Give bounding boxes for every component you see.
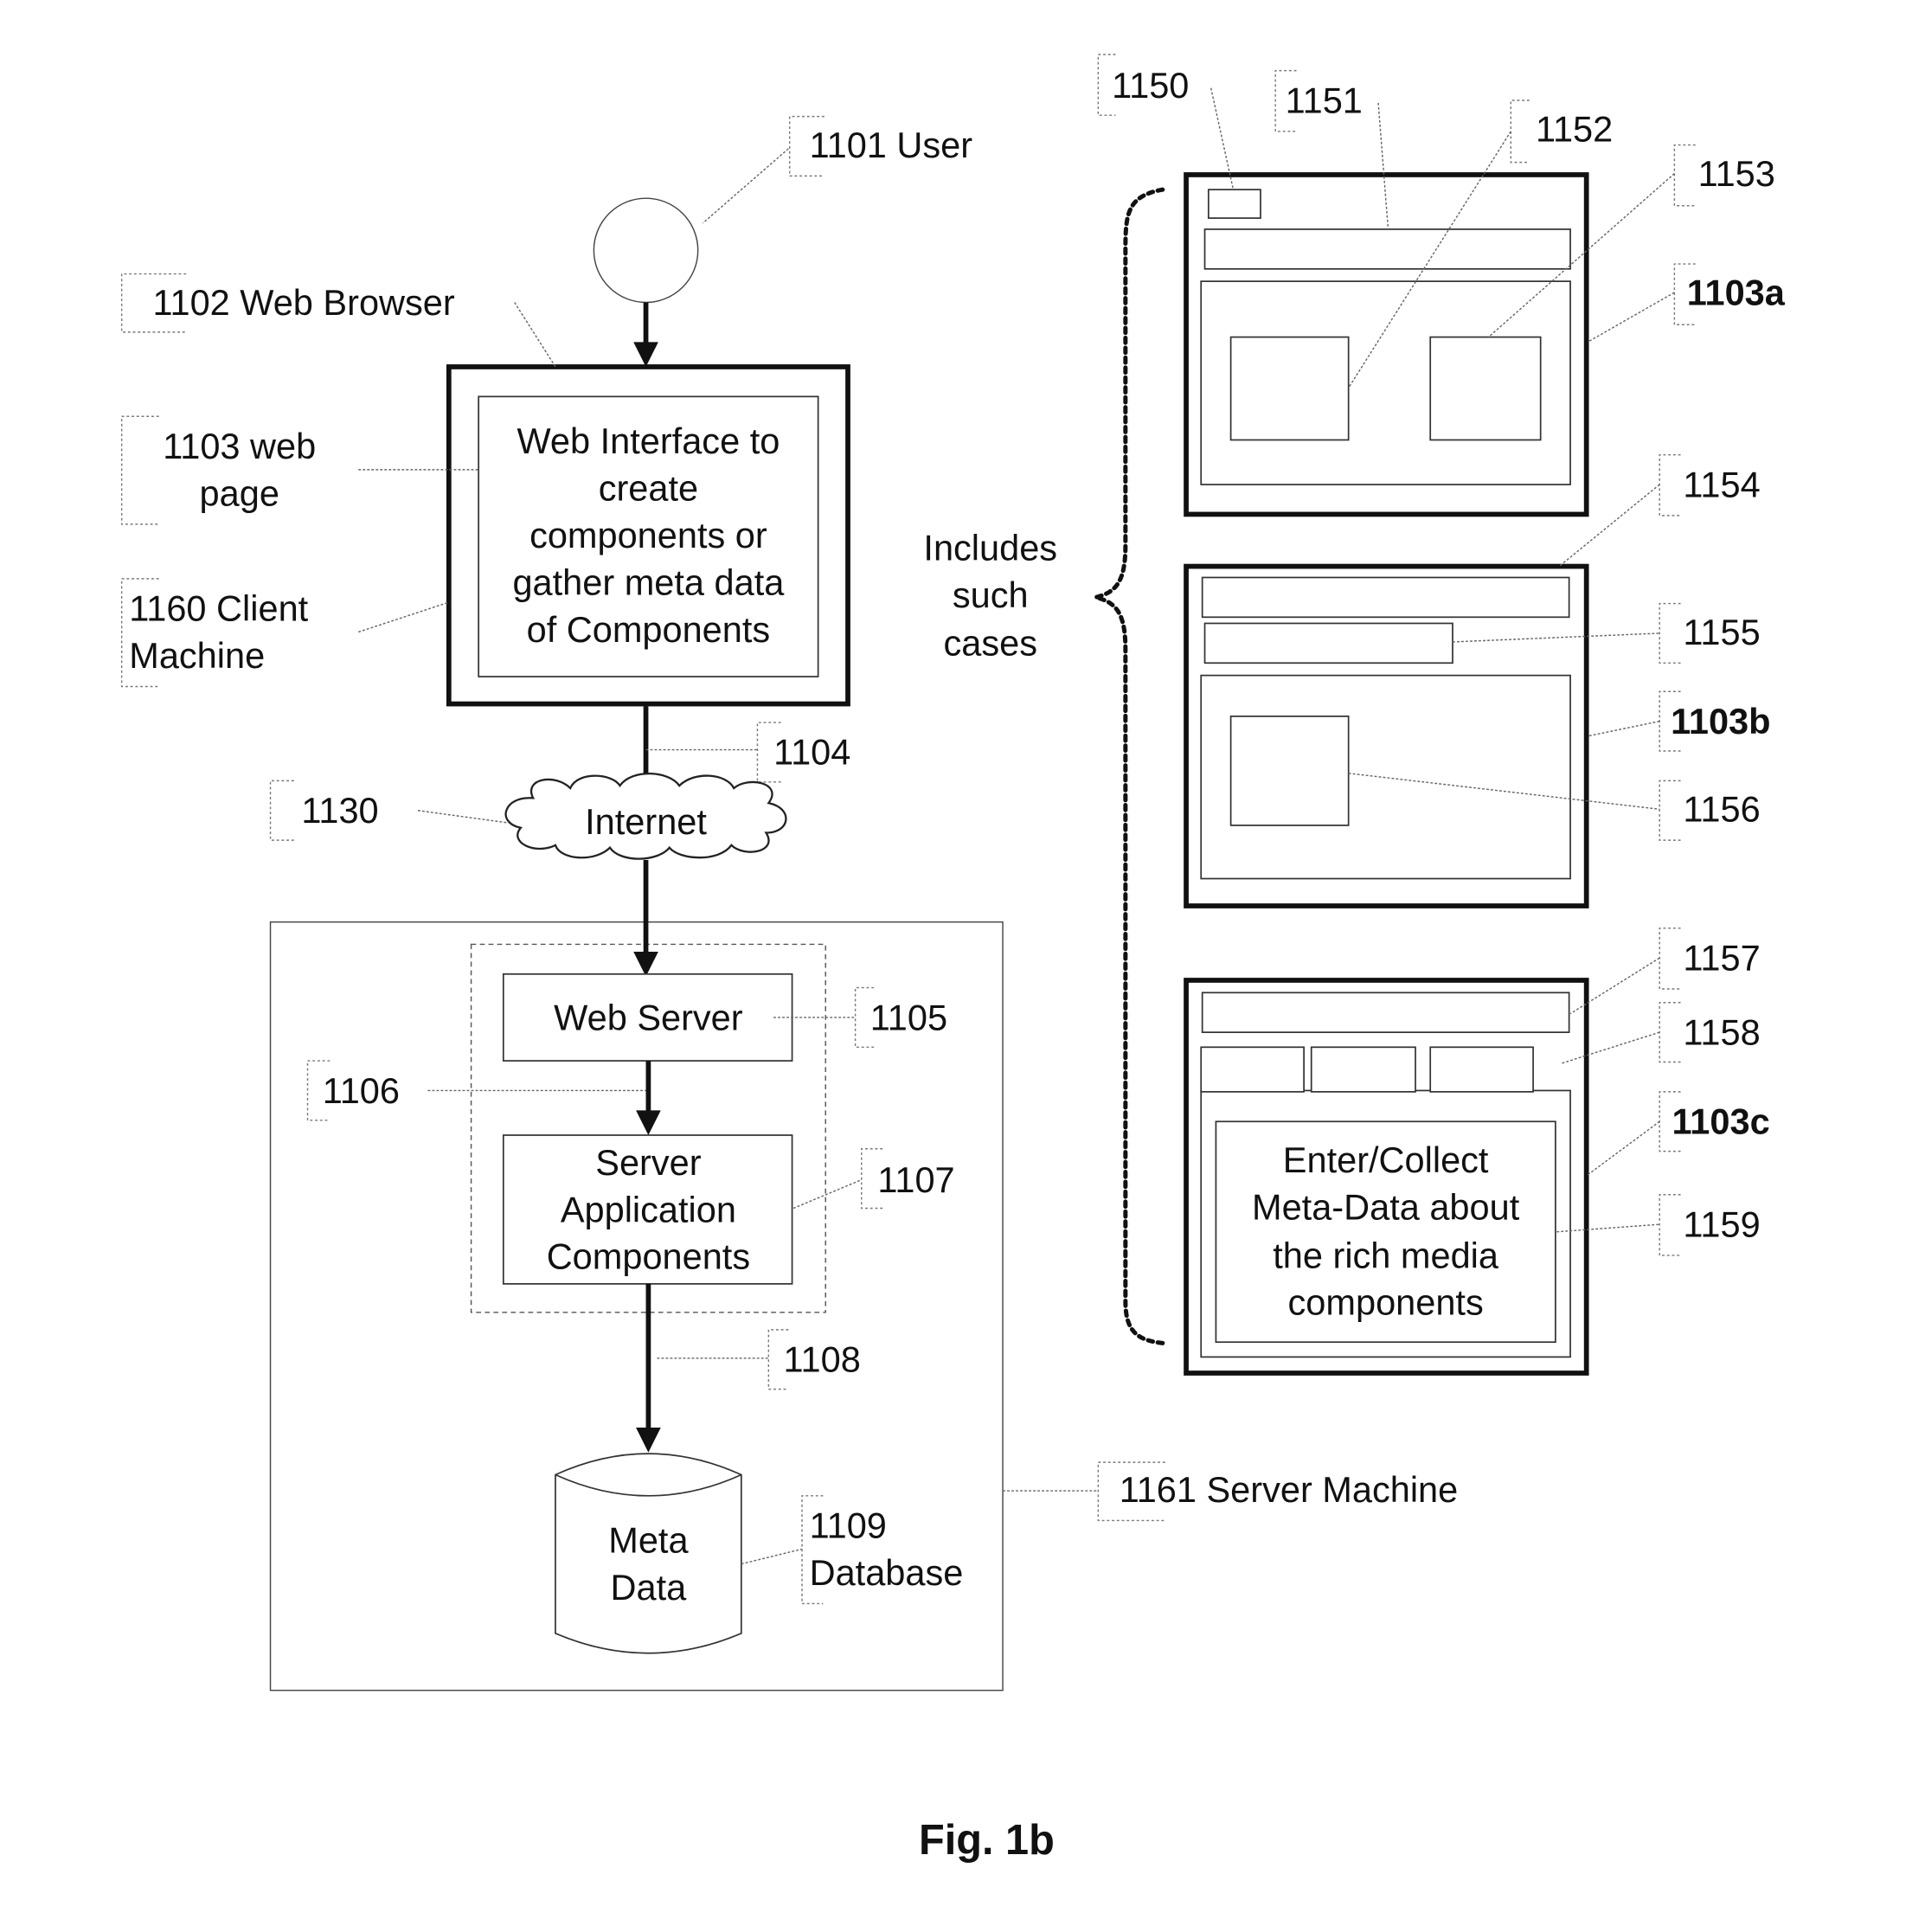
label-1157: 1157 [1683, 938, 1760, 979]
web-interface-line: create [599, 468, 698, 509]
leader-1103b [1587, 720, 1660, 737]
server-app-line: Server [595, 1142, 701, 1183]
arrow-head-database [636, 1428, 661, 1453]
label-database-1: 1109 [810, 1505, 887, 1546]
label-1152: 1152 [1536, 108, 1613, 149]
includes-line: such [953, 574, 1029, 615]
label-server-machine: 1161 Server Machine [1120, 1469, 1459, 1510]
label-1156: 1156 [1683, 789, 1760, 830]
page-1103b-bar [1201, 576, 1570, 619]
bracket-1159 [1659, 1194, 1681, 1256]
web-interface-text: Web Interface to create components or ga… [512, 420, 785, 650]
includes-line: cases [944, 623, 1037, 664]
label-1106: 1106 [323, 1070, 400, 1111]
bracket-1152 [1510, 99, 1530, 164]
page-1103c-tab-1 [1200, 1046, 1305, 1093]
label-1158: 1158 [1683, 1011, 1760, 1052]
internet-label: Internet [585, 801, 707, 842]
bracket-1130 [269, 780, 294, 841]
page-1103b-media [1229, 716, 1350, 826]
leader-1130 [417, 810, 509, 824]
label-1103b: 1103b [1671, 701, 1770, 741]
server-app-line: Components [547, 1236, 750, 1277]
bracket-1153 [1673, 144, 1696, 207]
label-1107: 1107 [877, 1159, 954, 1200]
label-client-machine-2: Machine [129, 635, 265, 676]
bracket-1158 [1659, 1002, 1681, 1063]
leader-1102 [514, 302, 556, 368]
web-server-label: Web Server [554, 997, 743, 1037]
leader-1101 [702, 148, 789, 224]
bracket-1103 [120, 415, 159, 525]
label-1153: 1153 [1698, 153, 1775, 194]
page-1103a-media-left [1229, 336, 1350, 441]
bracket-1154 [1659, 453, 1681, 517]
includes-text: Includes such cases [923, 527, 1057, 663]
bracket-1155 [1659, 602, 1681, 664]
bracket-1156 [1659, 780, 1681, 841]
arrow-head-user-browser [633, 342, 658, 367]
meta-data-line: Meta [608, 1520, 689, 1561]
curly-brace [1094, 187, 1168, 1346]
page-1103a-media-right [1429, 336, 1542, 441]
label-1108: 1108 [784, 1339, 861, 1380]
label-web-browser: 1102 Web Browser [152, 282, 454, 323]
page-c-line: Meta-Data about [1252, 1186, 1520, 1227]
leader-1109 [741, 1548, 803, 1565]
leader-1103c [1587, 1120, 1660, 1176]
label-1159: 1159 [1683, 1203, 1760, 1244]
label-1154: 1154 [1683, 464, 1760, 504]
page-1103c-tab-2 [1310, 1046, 1416, 1093]
user-circle [593, 197, 699, 304]
page-c-line: the rich media [1273, 1235, 1499, 1275]
web-interface-line: of Components [527, 609, 771, 650]
figure-caption: Fig. 1b [919, 1817, 1055, 1864]
arrow-head-app [636, 1110, 661, 1136]
label-1105: 1105 [870, 997, 947, 1037]
page-c-line: Enter/Collect [1283, 1139, 1489, 1180]
arrow-head-webserver [633, 952, 658, 977]
leader-1160 [358, 601, 450, 633]
page-1103a-bar [1203, 228, 1571, 270]
database-cylinder: Meta Data [555, 1453, 742, 1654]
label-client-machine-1: 1160 Client [129, 588, 308, 629]
label-1103a: 1103a [1687, 272, 1786, 312]
label-1151: 1151 [1286, 80, 1363, 120]
user-node [593, 197, 699, 304]
web-interface-line: Web Interface to [517, 420, 780, 461]
label-user: 1101 User [810, 125, 973, 165]
internet-cloud: Internet [504, 772, 787, 860]
page-1103a-icon [1207, 189, 1261, 219]
page-c-line: components [1288, 1282, 1484, 1323]
leader-1103a [1587, 292, 1675, 343]
page-1103c-bar [1201, 992, 1570, 1033]
page-1103b-subbar [1203, 622, 1453, 664]
label-web-page-1: 1103 web [163, 426, 316, 466]
label-1103c: 1103c [1672, 1101, 1770, 1142]
includes-line: Includes [923, 527, 1057, 568]
label-web-page-2: page [200, 472, 279, 513]
label-database-2: Database [810, 1552, 964, 1593]
server-app-line: Application [561, 1189, 736, 1229]
label-1155: 1155 [1683, 612, 1760, 652]
label-1130: 1130 [301, 790, 378, 831]
meta-data-line: Data [611, 1567, 688, 1608]
page-1103c-tab-3 [1429, 1046, 1534, 1093]
label-1104: 1104 [773, 732, 850, 773]
label-1150: 1150 [1112, 65, 1189, 106]
bracket-1157 [1659, 927, 1681, 990]
web-interface-line: gather meta data [512, 562, 785, 603]
leader-1107 [792, 1178, 863, 1210]
figure-canvas: 1101 User Web Interface to create compon… [120, 54, 1786, 1864]
web-interface-line: components or [529, 515, 767, 555]
